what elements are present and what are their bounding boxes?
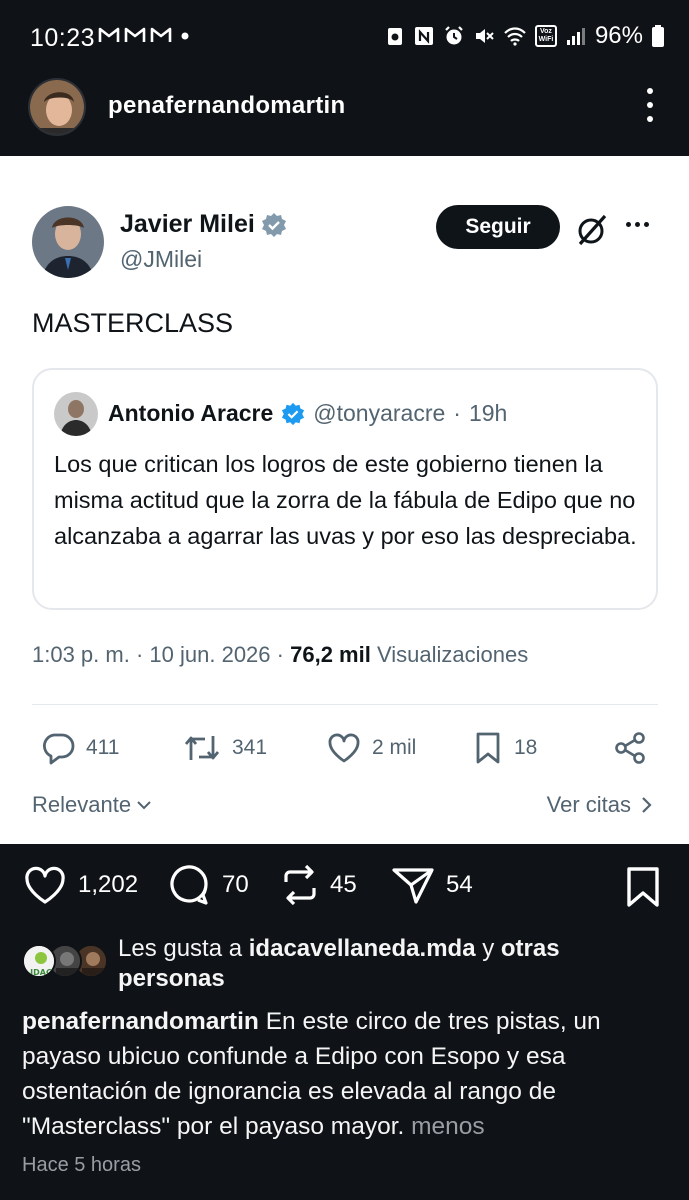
liked-by-user[interactable]: idacavellaneda.mda (249, 935, 476, 962)
tweet-more-icon (626, 222, 649, 227)
dot-icon (181, 32, 189, 40)
liked-by-connector: y (482, 935, 495, 962)
view-quotes: Ver citas (547, 792, 653, 818)
repost-action[interactable]: 45 (280, 862, 357, 908)
tweet-actions: 411 341 2 mil 18 (0, 730, 689, 770)
system-icons: Voz WiFi 96% (385, 22, 665, 50)
chevron-right-icon (642, 797, 652, 813)
comment-action[interactable]: 70 (166, 862, 249, 908)
quote-separator: · (453, 400, 461, 426)
post-actions: 1,202 70 45 54 (0, 862, 689, 912)
post-header: penafernandomartin (0, 78, 689, 156)
repost-count: 45 (330, 871, 357, 898)
share-count: 54 (446, 871, 473, 898)
save-icon[interactable] (625, 866, 661, 908)
gmail-icon (150, 27, 172, 42)
status-bar: 10:23 Voz WiFi 96% (0, 0, 689, 78)
tweet-views-count: 76,2 mil (290, 642, 371, 667)
send-icon[interactable] (390, 862, 436, 908)
status-time: 10:23 (30, 24, 96, 52)
tweet-author-name: Javier Milei (120, 210, 287, 239)
tweet-views-label: Visualizaciones (376, 642, 529, 667)
heart-icon (328, 733, 360, 763)
repost-icon[interactable] (280, 862, 320, 908)
tweet-author-name-text: Javier Milei (120, 210, 255, 238)
tweet-date: 10 jun. 2026 (149, 642, 271, 667)
bookmark-icon (476, 732, 500, 764)
divider (32, 704, 658, 705)
liked-by-prefix: Les gusta a (118, 935, 243, 962)
heart-icon[interactable] (22, 862, 68, 908)
tweet-retweet: 341 (182, 730, 267, 766)
quote-author-name: Antonio Aracre (108, 400, 274, 426)
like-count: 1,202 (78, 871, 139, 898)
wifi-icon (504, 27, 526, 46)
alarm-icon (445, 26, 463, 45)
sort-label: Relevante (32, 792, 132, 817)
tweet-screenshot: Javier Milei @JMilei Seguir MASTERCLASS … (0, 156, 689, 844)
view-quotes-label: Ver citas (546, 792, 631, 817)
follow-button: Seguir (436, 205, 560, 249)
sort-relevant: Relevante (32, 792, 153, 818)
avatar[interactable] (28, 78, 86, 136)
liked-by-avatars: IDAC (22, 944, 112, 980)
tweet-share (612, 730, 648, 766)
tweet-like: 2 mil (326, 730, 416, 766)
quote-text: Los que critican los logros de este gobi… (54, 451, 637, 549)
tweet-text: MASTERCLASS (32, 308, 234, 338)
signal-icon (566, 28, 585, 45)
idac-logo: IDAC (24, 946, 54, 977)
bookmark-count: 18 (514, 736, 538, 759)
tweet-reply: 411 (40, 730, 119, 766)
comment-icon[interactable] (166, 862, 212, 908)
quote-author-avatar (54, 392, 98, 436)
tweet-author-handle: @JMilei (120, 246, 203, 272)
quote-time: 19h (468, 400, 508, 426)
post-timestamp: Hace 5 horas (22, 1154, 141, 1176)
gmail-icon (98, 27, 120, 42)
post-caption: penafernandomartin En este circo de tres… (22, 1004, 672, 1144)
mute-icon (475, 29, 494, 43)
nfc-icon (414, 27, 433, 45)
comment-count: 70 (222, 871, 249, 898)
verified-blue-icon (282, 402, 305, 425)
header-username[interactable]: penafernandomartin (108, 92, 345, 120)
notification-icons (98, 26, 194, 44)
reply-icon (42, 733, 75, 765)
quote-header: Antonio Aracre @tonyaracre · 19h (108, 400, 507, 427)
vowifi-label: Voz WiFi (538, 28, 554, 43)
quote-author-handle: @tonyaracre (313, 400, 446, 426)
liked-by-text[interactable]: Les gusta a idacavellaneda.mda y otras p… (118, 934, 658, 994)
quoted-tweet: Antonio Aracre @tonyaracre · 19h Los que… (32, 368, 658, 610)
battery-icon (652, 25, 664, 47)
more-options-icon[interactable] (643, 88, 657, 122)
idac-badge: IDAC (30, 968, 52, 977)
data-saver-icon (387, 28, 402, 45)
retweet-count: 341 (232, 736, 268, 759)
caption-username[interactable]: penafernandomartin (22, 1008, 259, 1035)
retweet-icon (184, 736, 220, 760)
verified-gray-icon (261, 212, 286, 237)
chevron-down-icon (137, 801, 151, 810)
caption-less-button[interactable]: menos (411, 1113, 485, 1140)
share-icon (615, 732, 645, 764)
gmail-icon (124, 27, 146, 42)
tweet-time: 1:03 p. m. (32, 642, 130, 667)
tweet-bookmark: 18 (472, 730, 537, 766)
grok-icon (578, 214, 607, 246)
reply-count: 411 (86, 736, 120, 759)
tweet-author-avatar (32, 206, 104, 278)
vowifi-icon: Voz WiFi (534, 25, 557, 47)
share-action[interactable]: 54 (390, 862, 473, 908)
battery-percent: 96% (594, 22, 643, 49)
liked-avatar: IDAC (22, 944, 56, 978)
like-action[interactable]: 1,202 (22, 862, 138, 908)
like-count: 2 mil (372, 736, 417, 759)
tweet-meta: 1:03 p. m. · 10 jun. 2026 · 76,2 mil Vis… (32, 642, 529, 667)
